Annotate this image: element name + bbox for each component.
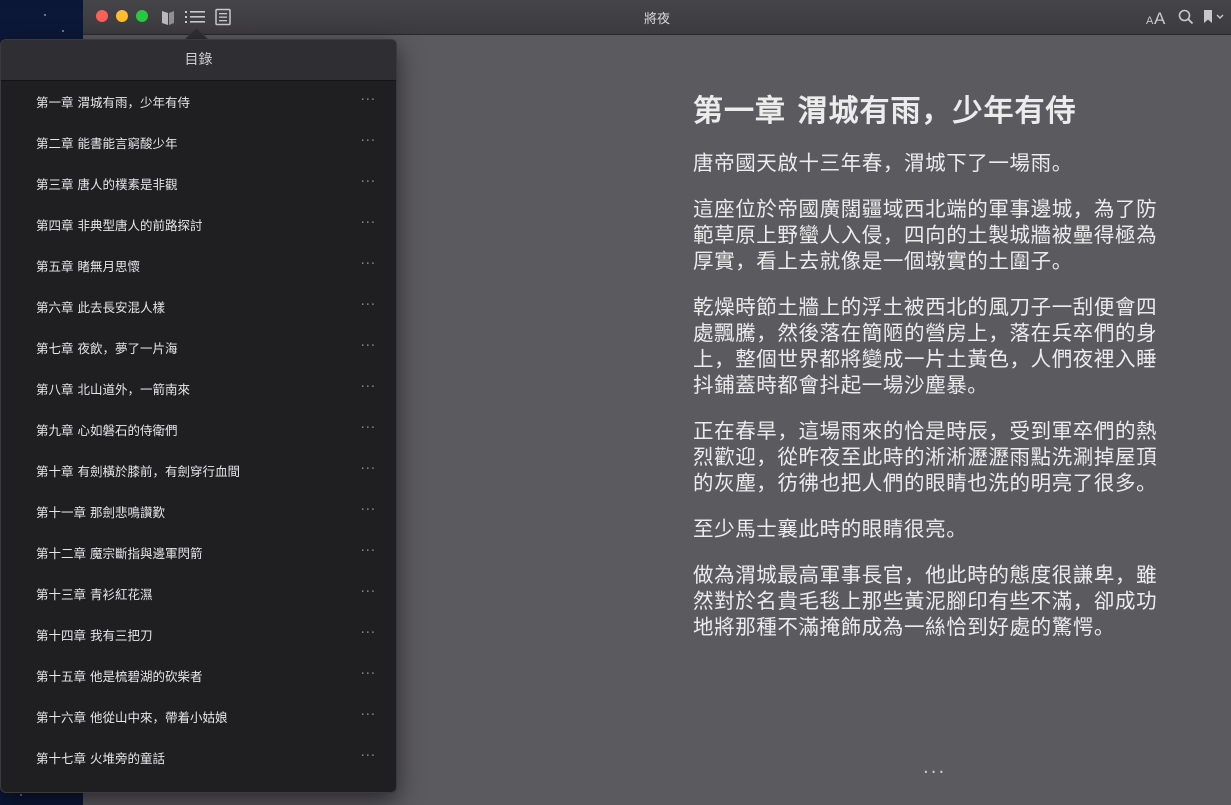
chapter-title: 第一章 渭城有雨，少年有侍	[693, 94, 1077, 129]
window-title: 將夜	[643, 12, 670, 27]
more-icon[interactable]: ···	[361, 298, 376, 313]
paragraph: 這座位於帝國廣闊疆域西北端的軍事邊城，為了防範草原上野蠻人入侵，四向的土製城牆被…	[693, 197, 1158, 273]
paragraph: 唐帝國天啟十三年春，渭城下了一場雨。	[693, 151, 1073, 175]
toc-item[interactable]: 第一章 渭城有雨，少年有侍 ···	[1, 81, 396, 122]
paragraph: 至少馬士襄此時的眼睛很亮。	[693, 517, 968, 541]
more-icon[interactable]: ···	[361, 544, 376, 559]
star	[20, 794, 22, 796]
toc-item[interactable]: 第六章 此去長安混人樣 ···	[1, 286, 396, 327]
more-icon[interactable]: ···	[361, 380, 376, 395]
more-icon[interactable]: ···	[361, 93, 376, 108]
toc-item[interactable]: 第十一章 那劍悲鳴讚歎 ···	[1, 491, 396, 532]
toc-item-label: 第十二章 魔宗斷指與邊軍閃箭	[36, 546, 203, 561]
toc-item-label: 第十章 有劍橫於膝前，有劍穿行血間	[36, 464, 240, 479]
toc-item[interactable]: 第七章 夜飲，夢了一片海 ···	[1, 327, 396, 368]
font-size-icon[interactable]: A A	[1145, 7, 1169, 27]
toc-item[interactable]: 第十七章 火堆旁的童話 ···	[1, 737, 396, 778]
toc-item[interactable]: 第五章 睹無月思懷 ···	[1, 245, 396, 286]
toc-item[interactable]: 第三章 唐人的樸素是非觀 ···	[1, 163, 396, 204]
toc-item-label: 第十五章 他是梳碧湖的砍柴者	[36, 669, 203, 684]
toc-item-label: 第四章 非典型唐人的前路探討	[36, 218, 203, 233]
toc-item[interactable]: 第九章 心如磐石的侍衛們 ···	[1, 409, 396, 450]
svg-text:A: A	[1146, 15, 1154, 26]
toc-item-label: 第十三章 青衫紅花濕	[36, 587, 153, 602]
toc-item-label: 第九章 心如磐石的侍衛們	[36, 423, 178, 438]
toc-item-label: 第八章 北山道外，一箭南來	[36, 382, 190, 397]
more-icon[interactable]: ···	[361, 339, 376, 354]
paragraph: 乾燥時節土牆上的浮土被西北的風刀子一刮便會四處飄騰，然後落在簡陋的營房上，落在兵…	[693, 295, 1158, 397]
toc-item[interactable]: 第十四章 我有三把刀 ···	[1, 614, 396, 655]
toc-item-label: 第五章 睹無月思懷	[36, 259, 140, 274]
toc-item[interactable]: 第十二章 魔宗斷指與邊軍閃箭 ···	[1, 532, 396, 573]
more-icon[interactable]: ···	[361, 667, 376, 682]
search-icon[interactable]	[1177, 7, 1195, 27]
paragraph: 做為渭城最高軍事長官，他此時的態度很謙卑，雖然對於名貴毛毯上那些黃泥腳印有些不滿…	[693, 563, 1158, 639]
toc-item-label: 第十一章 那劍悲鳴讚歎	[36, 505, 165, 520]
svg-text:A: A	[1154, 9, 1166, 26]
more-icon[interactable]: ···	[361, 585, 376, 600]
more-icon[interactable]: ···	[361, 421, 376, 436]
toc-item[interactable]: 第十六章 他從山中來，帶着小姑娘 ···	[1, 696, 396, 737]
page-more-indicator[interactable]: ···	[923, 762, 946, 783]
toc-header: 目錄	[1, 40, 396, 81]
more-icon[interactable]: ···	[361, 626, 376, 641]
toc-item-label: 第七章 夜飲，夢了一片海	[36, 341, 178, 356]
star	[62, 30, 64, 32]
paragraph: 正在春旱，這場雨來的恰是時辰，受到軍卒們的熱烈歡迎，從昨夜至此時的淅淅瀝瀝雨點洗…	[693, 419, 1158, 495]
toc-item-label: 第三章 唐人的樸素是非觀	[36, 177, 178, 192]
toc-item[interactable]: 第十五章 他是梳碧湖的砍柴者 ···	[1, 655, 396, 696]
toc-item-label: 第十七章 火堆旁的童話	[36, 751, 165, 766]
more-icon[interactable]: ···	[361, 462, 376, 477]
more-icon[interactable]: ···	[361, 503, 376, 518]
more-icon[interactable]: ···	[361, 175, 376, 190]
more-icon[interactable]: ···	[361, 708, 376, 723]
toc-item[interactable]: 第十章 有劍橫於膝前，有劍穿行血間 ···	[1, 450, 396, 491]
toc-item-label: 第十四章 我有三把刀	[36, 628, 153, 643]
more-icon[interactable]: ···	[361, 257, 376, 272]
toc-item[interactable]: 第四章 非典型唐人的前路探討 ···	[1, 204, 396, 245]
star	[44, 14, 46, 16]
more-icon[interactable]: ···	[361, 134, 376, 149]
toc-item-label: 第十六章 他從山中來，帶着小姑娘	[36, 710, 228, 725]
toc-item[interactable]: 第二章 能書能言窮酸少年 ···	[1, 122, 396, 163]
toc-item-label: 第一章 渭城有雨，少年有侍	[36, 95, 190, 110]
more-icon[interactable]: ···	[361, 216, 376, 231]
reader-content: 第一章 渭城有雨，少年有侍 唐帝國天啟十三年春，渭城下了一場雨。 這座位於帝國廣…	[693, 94, 1173, 660]
table-of-contents-popover: 目錄 第一章 渭城有雨，少年有侍 ··· 第二章 能書能言窮酸少年 ··· 第三章 …	[0, 39, 397, 793]
toc-item-label: 第六章 此去長安混人樣	[36, 300, 165, 315]
toc-item[interactable]: 第十三章 青衫紅花濕 ···	[1, 573, 396, 614]
more-icon[interactable]: ···	[361, 749, 376, 764]
bookmark-icon[interactable]	[1201, 7, 1227, 27]
toc-item[interactable]: 第八章 北山道外，一箭南來 ···	[1, 368, 396, 409]
titlebar: 將夜 A A	[83, 0, 1231, 35]
toc-item-label: 第二章 能書能言窮酸少年	[36, 136, 178, 151]
